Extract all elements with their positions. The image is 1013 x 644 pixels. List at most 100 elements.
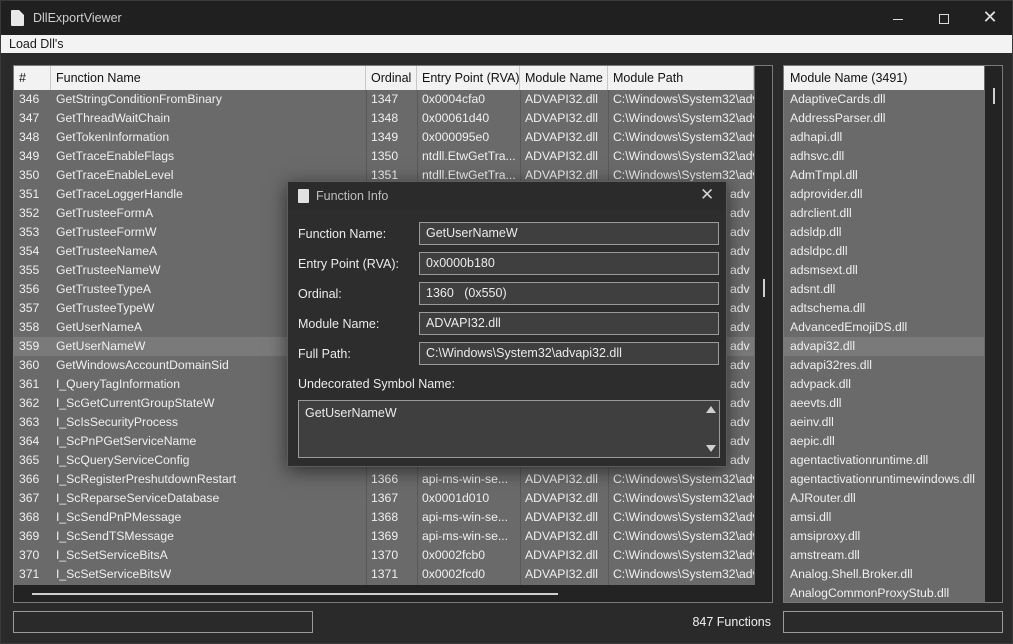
cell-module-path: C:\Windows\System32\adv bbox=[613, 92, 754, 106]
maximize-button[interactable] bbox=[921, 1, 967, 35]
module-list-item[interactable]: adprovider.dll bbox=[784, 185, 984, 204]
module-list-item[interactable]: adtschema.dll bbox=[784, 299, 984, 318]
cell-number: 371 bbox=[19, 567, 40, 581]
module-list-item[interactable]: advpack.dll bbox=[784, 375, 984, 394]
cell-function-name: GetThreadWaitChain bbox=[56, 111, 171, 125]
module-list-item[interactable]: adsldp.dll bbox=[784, 223, 984, 242]
column-header-entry-point[interactable]: Entry Point (RVA) bbox=[417, 66, 520, 90]
module-list-item[interactable]: adsnt.dll bbox=[784, 280, 984, 299]
dialog-title-bar[interactable]: Function Info ✕ bbox=[288, 182, 726, 210]
module-list-item[interactable]: adrclient.dll bbox=[784, 204, 984, 223]
module-list-item[interactable]: agentactivationruntimewindows.dll bbox=[784, 470, 984, 489]
module-list-item[interactable]: advapi32.dll bbox=[784, 337, 984, 356]
module-list-item[interactable]: aeinv.dll bbox=[784, 413, 984, 432]
cell-module-path: C:\Windows\System32\adv bbox=[613, 472, 754, 486]
undecorated-name-textarea[interactable]: GetUserNameW bbox=[298, 400, 720, 458]
scrollbar-thumb[interactable] bbox=[993, 88, 995, 104]
cell-module-path: C:\Windows\System32\adv bbox=[613, 130, 754, 144]
module-list-item[interactable]: amsi.dll bbox=[784, 508, 984, 527]
module-filter-input[interactable] bbox=[783, 611, 1003, 633]
module-list-item[interactable]: aepic.dll bbox=[784, 432, 984, 451]
cell-number: 360 bbox=[19, 358, 40, 372]
module-list-item[interactable]: amsiproxy.dll bbox=[784, 527, 984, 546]
module-list-item[interactable]: Analog.Shell.Broker.dll bbox=[784, 565, 984, 584]
column-header-number[interactable]: # bbox=[14, 66, 51, 90]
load-dlls-menu[interactable]: Load Dll's bbox=[9, 37, 64, 51]
module-list-item[interactable]: adsldpc.dll bbox=[784, 242, 984, 261]
full-path-field[interactable]: C:\Windows\System32\advapi32.dll bbox=[419, 342, 719, 365]
module-list-item[interactable]: AJRouter.dll bbox=[784, 489, 984, 508]
cell-number: 368 bbox=[19, 510, 40, 524]
filter-input[interactable] bbox=[13, 611, 313, 633]
module-list-item[interactable]: adhsvc.dll bbox=[784, 147, 984, 166]
entry-point-label: Entry Point (RVA): bbox=[298, 257, 399, 271]
table-row[interactable]: 348 GetTokenInformation 1349 0x000095e0 ADVA… bbox=[14, 128, 754, 147]
scroll-up-icon[interactable] bbox=[706, 406, 716, 413]
module-list-item[interactable]: AddressParser.dll bbox=[784, 109, 984, 128]
scrollbar-thumb[interactable] bbox=[763, 279, 765, 297]
module-list-item[interactable]: AdvancedEmojiDS.dll bbox=[784, 318, 984, 337]
cell-function-name: GetTraceEnableFlags bbox=[56, 149, 175, 163]
main-window: DllExportViewer ✕ Load Dll's # Function … bbox=[0, 0, 1013, 644]
modules-list-header[interactable]: Module Name (3491) bbox=[784, 66, 984, 90]
module-list-item[interactable]: AnalogCommonProxyStub.dll bbox=[784, 584, 984, 602]
table-row[interactable]: 347 GetThreadWaitChain 1348 0x00061d40 ADVAP… bbox=[14, 109, 754, 128]
cell-module-path: adv bbox=[730, 282, 750, 296]
minimize-button[interactable] bbox=[875, 1, 921, 35]
module-list-item[interactable]: adsmsext.dll bbox=[784, 261, 984, 280]
cell-module-path: C:\Windows\System32\adv bbox=[613, 567, 754, 581]
module-list-item[interactable]: agentactivationruntime.dll bbox=[784, 451, 984, 470]
cell-module-name: ADVAPI32.dll bbox=[525, 510, 598, 524]
table-row[interactable]: 346 GetStringConditionFromBinary 1347 0x000… bbox=[14, 90, 754, 109]
column-header-module-name[interactable]: Module Name bbox=[520, 66, 608, 90]
module-list-item[interactable]: aeevts.dll bbox=[784, 394, 984, 413]
scroll-down-icon[interactable] bbox=[706, 445, 716, 452]
column-header-function-name[interactable]: Function Name bbox=[51, 66, 366, 90]
table-row[interactable]: 368 I_ScSendPnPMessage 1368 api-ms-win-se..… bbox=[14, 508, 754, 527]
table-horizontal-scrollbar[interactable] bbox=[14, 585, 772, 602]
column-header-ordinal[interactable]: Ordinal bbox=[366, 66, 417, 90]
modules-vertical-scrollbar[interactable] bbox=[985, 66, 1002, 602]
entry-point-field[interactable]: 0x0000b180 bbox=[419, 252, 719, 275]
ordinal-field[interactable]: 1360 (0x550) bbox=[419, 282, 719, 305]
module-list-item[interactable]: AdaptiveCards.dll bbox=[784, 90, 984, 109]
function-name-field[interactable]: GetUserNameW bbox=[419, 222, 719, 245]
cell-entry-point: api-ms-win-se... bbox=[422, 510, 509, 524]
cell-function-name: I_ScSendPnPMessage bbox=[56, 510, 182, 524]
ordinal-label: Ordinal: bbox=[298, 287, 342, 301]
cell-module-path: adv bbox=[730, 301, 750, 315]
cell-module-name: ADVAPI32.dll bbox=[525, 472, 598, 486]
cell-number: 361 bbox=[19, 377, 40, 391]
dialog-title: Function Info bbox=[316, 189, 389, 203]
scrollbar-thumb[interactable] bbox=[32, 593, 558, 595]
table-vertical-scrollbar[interactable] bbox=[755, 66, 772, 585]
cell-function-name: I_ScSetServiceBitsW bbox=[56, 567, 172, 581]
cell-entry-point: 0x000095e0 bbox=[422, 130, 490, 144]
textarea-scrollbar[interactable] bbox=[702, 401, 719, 457]
title-bar[interactable]: DllExportViewer ✕ bbox=[1, 1, 1012, 35]
cell-module-path: C:\Windows\System32\adv bbox=[613, 111, 754, 125]
maximize-icon bbox=[939, 14, 949, 25]
column-header-module-path[interactable]: Module Path bbox=[608, 66, 754, 90]
cell-number: 346 bbox=[19, 92, 40, 106]
module-list-item[interactable]: AdmTmpl.dll bbox=[784, 166, 984, 185]
module-name-field[interactable]: ADVAPI32.dll bbox=[419, 312, 719, 335]
module-list-item[interactable]: amstream.dll bbox=[784, 546, 984, 565]
table-row[interactable]: 369 I_ScSendTSMessage 1369 api-ms-win-se...… bbox=[14, 527, 754, 546]
cell-module-path: adv bbox=[730, 187, 750, 201]
table-row[interactable]: 370 I_ScSetServiceBitsA 1370 0x0002fcb0 ADVA… bbox=[14, 546, 754, 565]
module-list-item[interactable]: adhapi.dll bbox=[784, 128, 984, 147]
cell-entry-point: api-ms-win-se... bbox=[422, 529, 509, 543]
table-row[interactable]: 371 I_ScSetServiceBitsW 1371 0x0002fcd0 ADVA… bbox=[14, 565, 754, 584]
cell-function-name: I_ScSendTSMessage bbox=[56, 529, 174, 543]
close-icon: ✕ bbox=[982, 7, 998, 28]
cell-entry-point: 0x0004cfa0 bbox=[422, 92, 486, 106]
close-button[interactable]: ✕ bbox=[967, 1, 1013, 35]
module-list-item[interactable]: advapi32res.dll bbox=[784, 356, 984, 375]
table-row[interactable]: 349 GetTraceEnableFlags 1350 ntdll.EtwGetTr… bbox=[14, 147, 754, 166]
cell-number: 364 bbox=[19, 434, 40, 448]
table-row[interactable]: 367 I_ScReparseServiceDatabase 1367 0x0001d… bbox=[14, 489, 754, 508]
table-row[interactable]: 366 I_ScRegisterPreshutdownRestart 1366 api… bbox=[14, 470, 754, 489]
cell-module-path: adv bbox=[730, 453, 750, 467]
dialog-close-icon[interactable]: ✕ bbox=[700, 185, 714, 205]
